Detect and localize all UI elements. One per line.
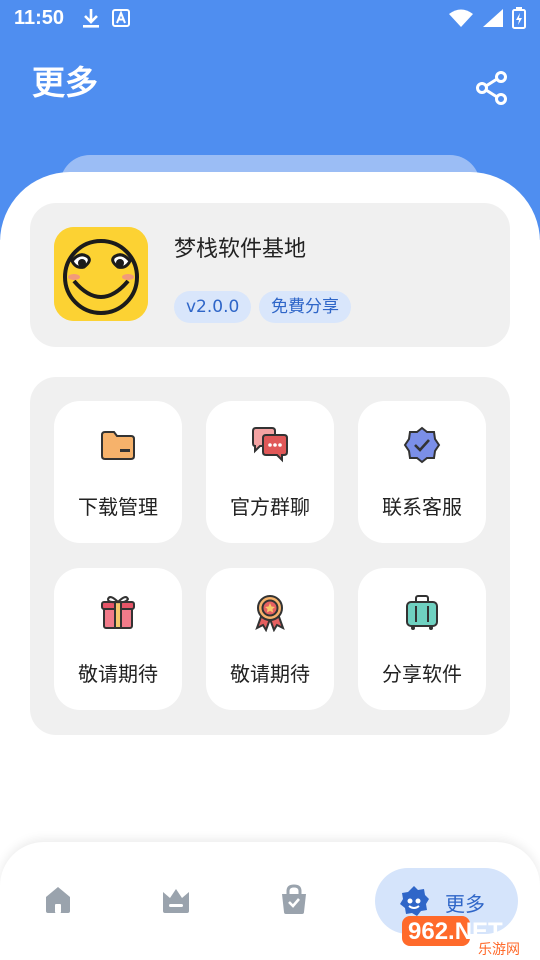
grid-item-label: 下载管理 <box>78 495 158 519</box>
award-medal-icon <box>255 595 285 632</box>
gift-icon <box>101 596 135 629</box>
page-title: 更多 <box>32 63 98 102</box>
app-info-card: 梦栈软件基地 v2.0.0 免費分享 <box>30 203 510 347</box>
share-button[interactable] <box>474 70 510 106</box>
download-manager-button[interactable]: 下载管理 <box>54 401 182 543</box>
grid-item-label: 联系客服 <box>382 495 462 519</box>
app-name: 梦栈软件基地 <box>174 237 307 262</box>
suitcase-icon <box>406 595 438 630</box>
translate-a-icon <box>112 9 131 27</box>
free-share-tag: 免費分享 <box>259 291 351 323</box>
nav-bag[interactable] <box>276 882 316 922</box>
folder-icon <box>101 431 135 460</box>
wifi-icon <box>449 9 473 27</box>
grid-item-label: 敬请期待 <box>230 662 310 686</box>
battery-icon <box>512 7 526 29</box>
crown-icon <box>163 889 189 913</box>
home-icon <box>46 887 70 913</box>
verified-badge-icon <box>403 426 441 464</box>
status-bar: 11:50 <box>0 0 540 36</box>
status-icons-right <box>448 7 526 29</box>
share-software-button[interactable]: 分享软件 <box>358 568 486 710</box>
feature-grid: 下载管理 官方群聊 联系客服 敬请期待 敬请期待 分享软件 <box>30 377 510 735</box>
app-logo <box>54 227 148 321</box>
signal-icon <box>483 9 503 27</box>
watermark-logo: 962.NET 乐游网 <box>400 910 538 958</box>
grid-item-label: 官方群聊 <box>230 495 310 519</box>
watermark-subtext: 乐游网 <box>478 942 520 958</box>
smiley-face-icon <box>54 227 148 321</box>
contact-support-button[interactable]: 联系客服 <box>358 401 486 543</box>
status-time: 11:50 <box>14 6 65 29</box>
nav-crown[interactable] <box>158 882 198 922</box>
coming-soon-button-2[interactable]: 敬请期待 <box>206 568 334 710</box>
chat-bubbles-icon <box>252 427 288 463</box>
status-icons-left <box>82 8 131 28</box>
version-tag: v2.0.0 <box>174 291 252 323</box>
share-icon <box>476 71 507 105</box>
coming-soon-button-1[interactable]: 敬请期待 <box>54 568 182 710</box>
nav-home[interactable] <box>40 882 80 922</box>
bag-icon <box>282 884 306 914</box>
official-group-chat-button[interactable]: 官方群聊 <box>206 401 334 543</box>
grid-item-label: 分享软件 <box>382 662 462 686</box>
download-icon <box>83 9 100 28</box>
grid-item-label: 敬请期待 <box>78 662 158 686</box>
watermark-text: 962.NET <box>408 918 503 945</box>
